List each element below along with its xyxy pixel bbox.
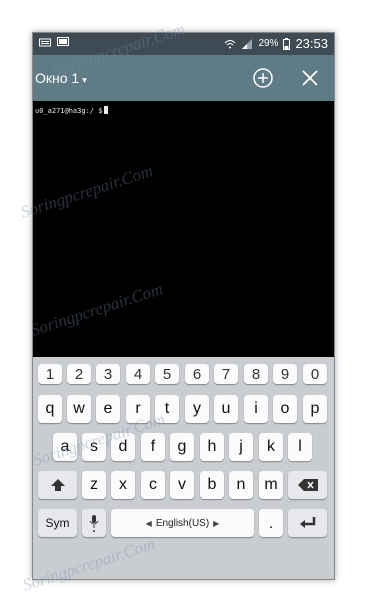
- dropdown-caret-icon: ▾: [82, 75, 87, 85]
- key-w[interactable]: w: [67, 395, 91, 423]
- terminal-view[interactable]: u0_a271@ha3g:/ $: [33, 101, 334, 357]
- key-z[interactable]: z: [82, 471, 106, 499]
- key-3[interactable]: 3: [96, 364, 120, 384]
- key-6[interactable]: 6: [185, 364, 209, 384]
- key-9[interactable]: 9: [273, 364, 297, 384]
- key-l[interactable]: l: [288, 433, 312, 461]
- key-b[interactable]: b: [200, 471, 224, 499]
- key-t[interactable]: t: [155, 395, 179, 423]
- space-language-label: English(US): [155, 517, 210, 529]
- key-x[interactable]: x: [111, 471, 135, 499]
- key-q[interactable]: q: [38, 395, 62, 423]
- key-u[interactable]: u: [214, 395, 238, 423]
- key-v[interactable]: v: [170, 471, 194, 499]
- screen-status-icon: [57, 37, 69, 46]
- add-window-icon[interactable]: [250, 65, 276, 91]
- period-key[interactable]: .: [259, 509, 283, 537]
- soft-keyboard: 1 2 3 4 5 6 7 8 9 0 q w e r t y u i o p …: [33, 357, 334, 579]
- keyboard-status-icon: [39, 38, 51, 47]
- window-title: Окно 1: [35, 70, 80, 86]
- microphone-icon: [89, 515, 99, 532]
- sym-key[interactable]: Sym: [38, 509, 77, 537]
- key-s[interactable]: s: [82, 433, 106, 461]
- backspace-key[interactable]: [288, 471, 327, 499]
- close-window-icon[interactable]: [297, 65, 323, 91]
- shift-key[interactable]: [38, 471, 77, 499]
- app-toolbar: Окно 1 ▾: [33, 55, 334, 101]
- key-m[interactable]: m: [259, 471, 283, 499]
- key-o[interactable]: o: [273, 395, 297, 423]
- key-h[interactable]: h: [200, 433, 224, 461]
- battery-icon: [283, 37, 291, 50]
- key-a[interactable]: a: [53, 433, 77, 461]
- enter-key[interactable]: [288, 509, 327, 537]
- space-key[interactable]: ◀ English(US) ▶: [111, 509, 254, 537]
- key-8[interactable]: 8: [244, 364, 268, 384]
- battery-percent: 29%: [258, 38, 279, 49]
- language-right-arrow-icon: ▶: [213, 518, 220, 528]
- language-left-arrow-icon: ◀: [145, 518, 152, 528]
- window-selector[interactable]: Окно 1 ▾: [35, 70, 87, 86]
- text-cursor: [104, 106, 109, 114]
- key-1[interactable]: 1: [38, 364, 62, 384]
- key-y[interactable]: y: [185, 395, 209, 423]
- key-d[interactable]: d: [111, 433, 135, 461]
- key-5[interactable]: 5: [155, 364, 179, 384]
- wifi-icon: [225, 39, 236, 48]
- key-p[interactable]: p: [303, 395, 327, 423]
- phone-screen: 29% 23:53 Окно 1 ▾ u0_a271@ha3g:/ $ 1 2 3…: [32, 32, 335, 580]
- enter-arrow-icon: [299, 517, 315, 528]
- key-2[interactable]: 2: [67, 364, 91, 384]
- key-g[interactable]: g: [170, 433, 194, 461]
- signal-icon: [242, 38, 253, 49]
- key-n[interactable]: n: [229, 471, 253, 499]
- key-r[interactable]: r: [126, 395, 150, 423]
- key-i[interactable]: i: [244, 395, 268, 423]
- key-4[interactable]: 4: [126, 364, 150, 384]
- key-c[interactable]: c: [141, 471, 165, 499]
- key-j[interactable]: j: [229, 433, 253, 461]
- terminal-prompt: u0_a271@ha3g:/ $: [35, 106, 109, 115]
- backspace-icon: [297, 479, 318, 491]
- shift-arrow-icon: [50, 479, 65, 491]
- key-e[interactable]: e: [96, 395, 120, 423]
- key-f[interactable]: f: [141, 433, 165, 461]
- status-bar: 29% 23:53: [33, 33, 334, 55]
- key-k[interactable]: k: [259, 433, 283, 461]
- key-0[interactable]: 0: [303, 364, 327, 384]
- voice-key[interactable]: [82, 509, 106, 537]
- key-7[interactable]: 7: [214, 364, 238, 384]
- prompt-text: u0_a271@ha3g:/ $: [35, 107, 103, 115]
- clock: 23:53: [295, 36, 328, 51]
